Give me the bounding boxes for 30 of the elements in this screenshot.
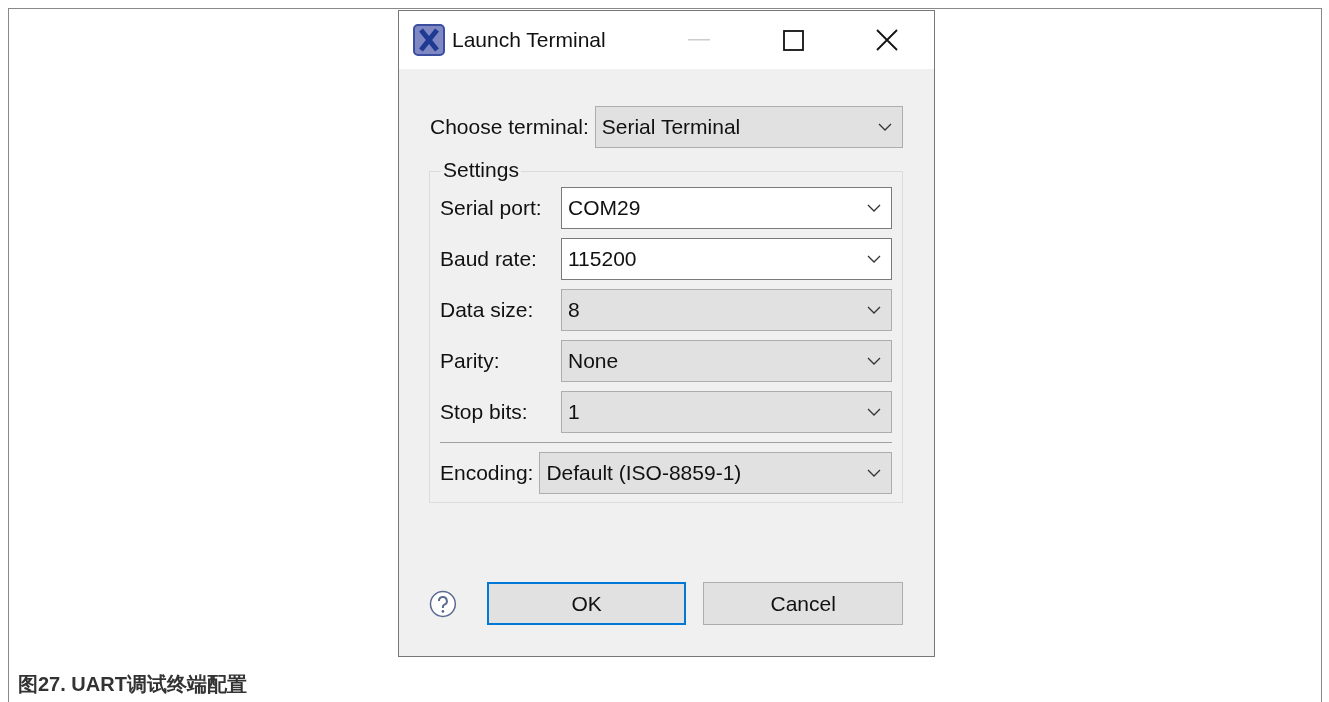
help-icon[interactable] (429, 589, 457, 618)
combo-field[interactable]: COM29 (561, 187, 892, 229)
dropdown[interactable]: None (561, 340, 892, 382)
dropdown[interactable]: 1 (561, 391, 892, 433)
dialog-button[interactable]: Cancel (703, 582, 903, 625)
dialog-button[interactable]: OK (486, 582, 687, 625)
field-label: Baud rate: (440, 247, 538, 271)
figure-caption: 图27. UART调试终端配置 (18, 672, 248, 696)
field-label: Encoding: (440, 461, 534, 485)
terminal-dropdown[interactable]: Serial Terminal (594, 106, 903, 148)
encoding-dropdown[interactable]: Default (ISO-8859-1) (539, 452, 892, 494)
window-title: Launch Terminal (452, 28, 607, 52)
close-icon (876, 29, 898, 51)
maximize-icon (782, 29, 804, 51)
dropdown[interactable]: 8 (561, 289, 892, 331)
chevron-down-icon (867, 357, 881, 365)
combo-field[interactable]: 115200 (561, 238, 892, 280)
field-label: Choose terminal: (430, 115, 589, 139)
field-label: Serial port: (440, 196, 543, 220)
chevron-down-icon (867, 204, 881, 212)
field-label: Parity: (440, 349, 501, 373)
chevron-down-icon (867, 306, 881, 314)
field-label: Data size: (440, 298, 535, 322)
chevron-down-icon (867, 469, 881, 477)
app-logo-icon (413, 24, 445, 56)
chevron-down-icon (867, 255, 881, 263)
chevron-down-icon (878, 123, 892, 131)
chevron-down-icon (867, 408, 881, 416)
field-label: Stop bits: (440, 400, 529, 424)
minimize-icon (688, 39, 710, 41)
